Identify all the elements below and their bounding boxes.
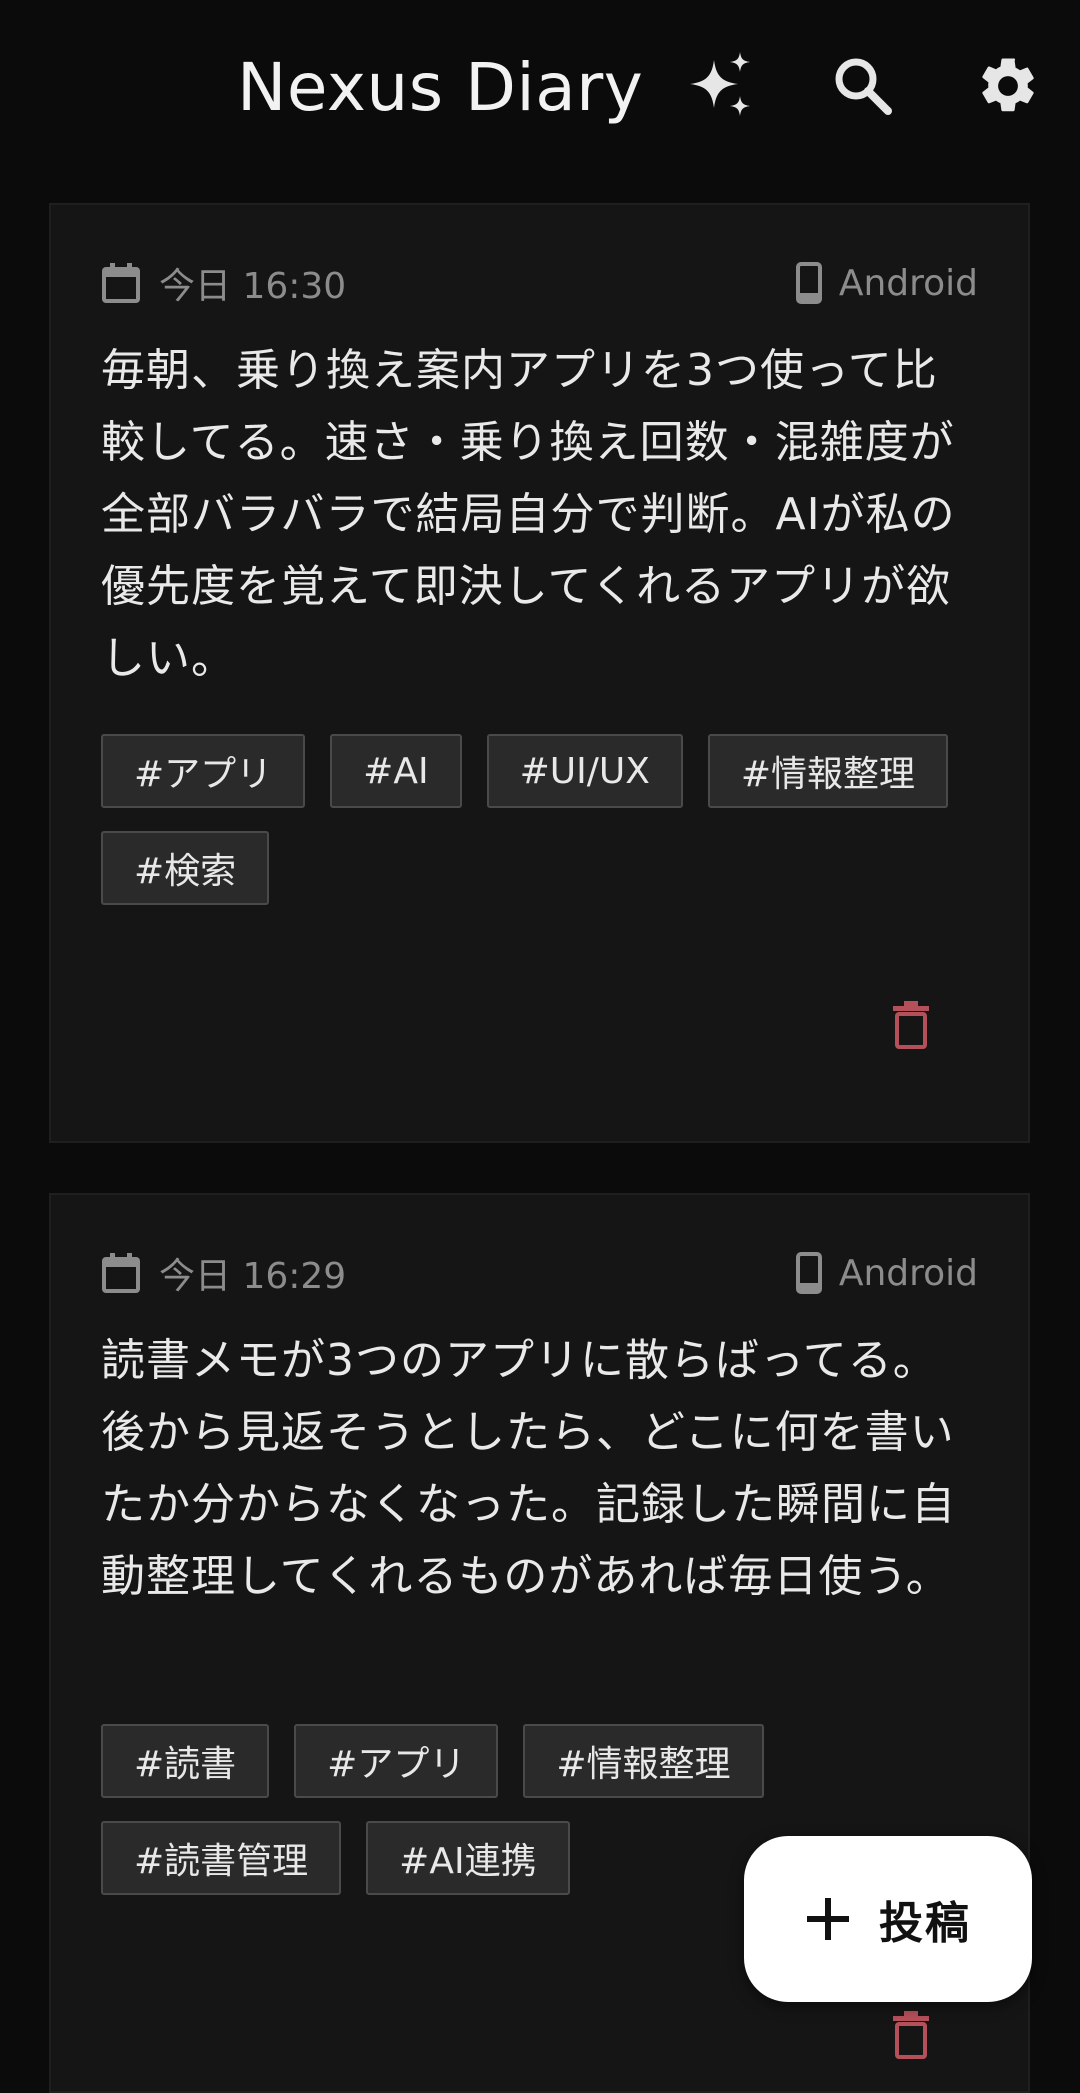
- diary-entry-card[interactable]: 今日 16:30 Android 毎朝、乗り換え案内アプリを3つ使って比較してる…: [49, 203, 1030, 1143]
- settings-button[interactable]: [966, 44, 1050, 128]
- plus-icon: [807, 1898, 849, 1940]
- entry-date-text: 今日 16:29: [159, 1256, 347, 1297]
- trash-icon: [893, 1001, 929, 1049]
- tag-chip[interactable]: #UI/UX: [486, 734, 683, 808]
- tag-chip[interactable]: #情報整理: [523, 1724, 764, 1798]
- calendar-icon: [102, 263, 140, 303]
- sparkle-icon: [690, 52, 750, 116]
- entry-device: Android: [795, 1245, 978, 1301]
- tag-chip[interactable]: #アプリ: [101, 734, 306, 808]
- entry-date-text: 今日 16:30: [159, 266, 347, 307]
- entry-text: 毎朝、乗り換え案内アプリを3つ使って比較してる。速さ・乗り換え回数・混雑度が全部…: [101, 345, 956, 684]
- tag-chip[interactable]: #読書管理: [101, 1821, 342, 1895]
- tag-chip[interactable]: #検索: [101, 831, 270, 905]
- entry-device-text: Android: [838, 1252, 978, 1294]
- calendar-icon: [102, 1253, 140, 1293]
- app-title: Nexus Diary: [237, 49, 644, 126]
- delete-button[interactable]: [876, 2000, 946, 2070]
- entry-device: Android: [795, 255, 978, 311]
- search-icon: [835, 58, 892, 115]
- tag-list: #アプリ #AI #UI/UX #情報整理 #検索: [101, 734, 978, 905]
- search-button[interactable]: [821, 44, 905, 128]
- smartphone-icon: [795, 262, 822, 304]
- entry-meta: 今日 16:29 Android: [101, 1245, 978, 1301]
- top-app-bar: Nexus Diary: [0, 0, 1080, 180]
- tag-chip[interactable]: #情報整理: [707, 734, 949, 808]
- entry-text: 読書メモが3つのアプリに散らばってる。後から見返そうとしたら、どこに何を書いたか…: [101, 1335, 956, 1602]
- post-button[interactable]: 投稿: [744, 1836, 1032, 2002]
- delete-button[interactable]: [876, 990, 946, 1060]
- entry-meta: 今日 16:30 Android: [101, 255, 978, 311]
- tag-chip[interactable]: #AI: [330, 734, 462, 808]
- post-button-label: 投稿: [879, 1898, 971, 1949]
- gear-icon: [982, 58, 1034, 112]
- tag-chip[interactable]: #AI連携: [366, 1821, 570, 1895]
- tag-chip[interactable]: #読書: [101, 1724, 270, 1798]
- smartphone-icon: [795, 1252, 822, 1294]
- trash-icon: [893, 2011, 929, 2059]
- ai-assist-button[interactable]: [678, 44, 762, 128]
- entry-date: 今日 16:30: [101, 255, 346, 311]
- entry-date: 今日 16:29: [101, 1245, 346, 1301]
- tag-chip[interactable]: #アプリ: [294, 1724, 499, 1798]
- entry-device-text: Android: [838, 262, 978, 304]
